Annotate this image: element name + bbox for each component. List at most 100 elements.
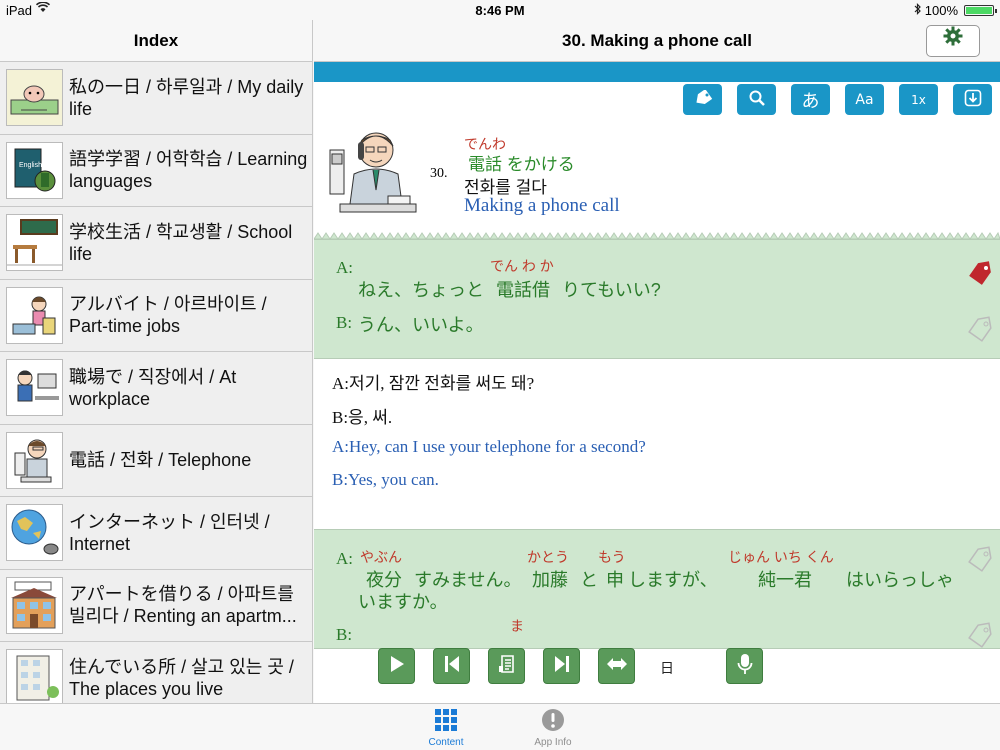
cashier-icon xyxy=(6,286,63,344)
dialog-word: 電話借 xyxy=(496,280,550,300)
office-worker-icon xyxy=(6,359,63,417)
building-icon xyxy=(6,649,63,703)
audio-player: 日 xyxy=(314,643,1000,703)
sidebar-item-label: アルバイト / 아르바이트 / Part-time jobs xyxy=(69,294,267,337)
play-icon xyxy=(388,654,406,679)
sidebar-item-workplace[interactable]: 職場で / 직장에서 / At workplace xyxy=(0,352,312,425)
ruby-text: ま xyxy=(510,618,524,634)
skip-back-icon xyxy=(443,654,461,679)
microphone-icon xyxy=(736,652,754,681)
sidebar-item-languages[interactable]: English 語学学習 / 어학학습 / Learning languages xyxy=(0,134,312,207)
dialog-translation: A:저기, 잠깐 전화를 써도 돼? B:응, 써. A:Hey, can I … xyxy=(314,359,1000,529)
sidebar-item-daily-life[interactable]: 私の一日 / 하루일과 / My daily life xyxy=(0,62,312,135)
gear-icon xyxy=(943,20,963,62)
speaker-label: B: xyxy=(336,313,353,332)
dialog-word: 純一君 xyxy=(758,570,812,590)
sidebar-item-school-life[interactable]: 学校生活 / 학교생활 / School life xyxy=(0,207,312,280)
dialog-line: ねえ、ちょっと xyxy=(358,280,484,300)
sidebar: Index 私の一日 / 하루일과 / My daily life Englis… xyxy=(0,20,313,703)
previous-button[interactable] xyxy=(433,648,470,684)
lesson-illustration xyxy=(328,120,428,220)
sidebar-item-label: 私の一日 / 하루일과 / My daily life xyxy=(69,76,304,119)
accent-band xyxy=(314,62,1000,82)
swap-arrows-icon xyxy=(605,654,629,679)
bookmark-tag-button[interactable] xyxy=(683,84,722,115)
download-button[interactable] xyxy=(953,84,992,115)
sidebar-item-renting-apartment[interactable]: アパートを借りる / 아파트를 빌리다 / Renting an apartm.… xyxy=(0,569,312,642)
grid-icon xyxy=(406,708,486,735)
lesson-number: 30. xyxy=(430,166,448,181)
playback-speed-button[interactable]: 1x xyxy=(899,84,938,115)
translation-korean-a: A:저기, 잠깐 전화를 써도 돼? xyxy=(332,374,535,393)
dialog-japanese-1[interactable]: A: でん わ か ねえ、ちょっと 電話借 りてもいい? B: うん、いいよ。 xyxy=(314,239,1000,359)
sidebar-item-label: 電話 / 전화 / Telephone xyxy=(69,450,252,471)
sidebar-item-internet[interactable]: インターネット / 인터넷 / Internet xyxy=(0,497,312,570)
transcript-button[interactable] xyxy=(488,648,525,684)
repeat-toggle-button[interactable] xyxy=(598,648,635,684)
search-button[interactable] xyxy=(737,84,776,115)
clock: 8:46 PM xyxy=(475,3,525,18)
play-button[interactable] xyxy=(378,648,415,684)
settings-button[interactable] xyxy=(926,25,980,57)
dialog-word: りてもいい? xyxy=(562,280,661,300)
sidebar-item-label: 住んでいる所 / 살고 있는 곳 / The places you live xyxy=(69,656,294,699)
battery-percent: 100% xyxy=(924,3,958,18)
sidebar-item-label: 語学学習 / 어학학습 / Learning languages xyxy=(69,149,308,192)
next-button[interactable] xyxy=(543,648,580,684)
speaker-label: A: xyxy=(336,258,353,277)
skip-forward-icon xyxy=(553,654,571,679)
dialog-word: はいらっしゃ xyxy=(846,570,954,590)
navigation-bar: 30. Making a phone call xyxy=(314,20,1000,62)
info-exclamation-icon xyxy=(513,708,593,735)
sidebar-item-label: 学校生活 / 학교생활 / School life xyxy=(69,221,293,264)
globe-mouse-icon xyxy=(6,504,63,562)
cow-illustration-icon xyxy=(6,69,63,127)
bookmark-tag-outline-icon[interactable] xyxy=(966,546,994,577)
bookmark-tag-filled-icon[interactable] xyxy=(966,260,994,291)
bluetooth-icon xyxy=(914,3,922,18)
ruby-text: でん わ か xyxy=(490,258,554,274)
document-icon xyxy=(497,654,517,679)
dialog-line: うん、いいよ。 xyxy=(358,315,484,335)
sidebar-title: Index xyxy=(0,20,312,62)
dialog-word: 加藤 xyxy=(532,570,568,590)
sidebar-item-part-time-jobs[interactable]: アルバイト / 아르바이트 / Part-time jobs xyxy=(0,279,312,352)
record-button[interactable] xyxy=(726,648,763,684)
battery-icon xyxy=(964,5,997,16)
dialog-japanese-2[interactable]: A: やぶん かとう もう じゅん いち くん 夜分 すみません。 加藤 と 申… xyxy=(314,529,1000,649)
dialog-word: しますが、 xyxy=(628,570,718,590)
dialog-line: いますか。 xyxy=(358,592,448,612)
lesson-panel: 30. Making a phone call あ Aa 1x 30. でんわ … xyxy=(314,20,1000,703)
ruby-text: じゅん いち くん xyxy=(728,549,834,565)
kana-toggle-button[interactable]: あ xyxy=(791,84,830,115)
sidebar-item-telephone[interactable]: 電話 / 전화 / Telephone xyxy=(0,424,312,497)
tab-label: App Info xyxy=(534,737,572,748)
sidebar-item-label: インターネット / 인터넷 / Internet xyxy=(69,511,270,554)
zigzag-divider xyxy=(314,231,1000,239)
svg-text:English: English xyxy=(19,162,42,169)
ruby-text: もう xyxy=(598,549,626,565)
lesson-header: あ Aa 1x 30. でんわ 電話 をかける 전화를 걸다 Making a … xyxy=(314,82,1000,239)
dialog-word: と xyxy=(580,570,598,590)
telephone-man-icon xyxy=(6,431,63,489)
translation-english-b: B:Yes, you can. xyxy=(332,470,439,489)
search-icon xyxy=(748,89,766,111)
tag-icon xyxy=(693,88,713,110)
tab-app-info[interactable]: App Info xyxy=(513,708,593,748)
download-icon xyxy=(964,89,982,111)
sidebar-item-places-you-live[interactable]: 住んでいる所 / 살고 있는 곳 / The places you live xyxy=(0,642,312,703)
language-indicator: 日 xyxy=(660,660,674,676)
status-bar: iPad 8:46 PM 100% xyxy=(0,0,1000,20)
english-book-icon: English xyxy=(6,141,63,199)
classroom-icon xyxy=(6,214,63,272)
speaker-label: B: xyxy=(336,625,353,644)
apartment-house-icon xyxy=(6,576,63,634)
bookmark-tag-outline-icon[interactable] xyxy=(966,316,994,347)
dialog-word: 申 xyxy=(606,570,624,590)
toolbar: あ Aa 1x xyxy=(683,84,992,115)
sidebar-item-label: 職場で / 직장에서 / At workplace xyxy=(69,366,237,409)
tab-label: Content xyxy=(428,737,464,748)
tab-content[interactable]: Content xyxy=(406,708,486,748)
lesson-title-english: Making a phone call xyxy=(464,195,620,216)
font-size-button[interactable]: Aa xyxy=(845,84,884,115)
